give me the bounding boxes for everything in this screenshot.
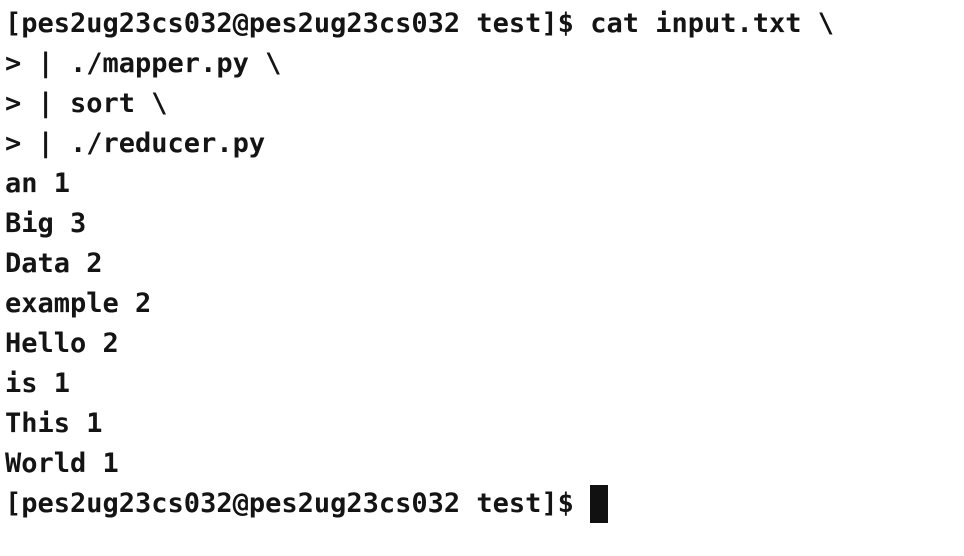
continuation-text: > | ./reducer.py	[5, 128, 266, 159]
output-line: Hello 2	[5, 324, 964, 364]
continuation-text: > | sort \	[5, 88, 168, 119]
output-line: an 1	[5, 164, 964, 204]
output-line: Big 3	[5, 204, 964, 244]
continuation-line: > | ./mapper.py \	[5, 44, 964, 84]
continuation-line: > | ./reducer.py	[5, 124, 964, 164]
output-text: an 1	[5, 168, 71, 199]
output-text: Big 3	[5, 208, 87, 239]
output-text: World 1	[5, 448, 119, 479]
output-line: This 1	[5, 404, 964, 444]
output-line: example 2	[5, 284, 964, 324]
continuation-line: > | sort \	[5, 84, 964, 124]
output-text: Hello 2	[5, 328, 119, 359]
output-text: This 1	[5, 408, 103, 439]
output-line: Data 2	[5, 244, 964, 284]
text-cursor	[590, 485, 609, 523]
continuation-text: > | ./mapper.py \	[5, 48, 282, 79]
output-line: is 1	[5, 364, 964, 404]
output-line: World 1	[5, 444, 964, 484]
terminal-window[interactable]: [pes2ug23cs032@pes2ug23cs032 test]$ cat …	[0, 0, 964, 556]
prompt-line[interactable]: [pes2ug23cs032@pes2ug23cs032 test]$	[5, 484, 964, 524]
shell-prompt: [pes2ug23cs032@pes2ug23cs032 test]$	[5, 488, 574, 519]
output-text: Data 2	[5, 248, 103, 279]
output-text: example 2	[5, 288, 152, 319]
command-text: [pes2ug23cs032@pes2ug23cs032 test]$ cat …	[5, 8, 835, 39]
output-text: is 1	[5, 368, 71, 399]
command-line: [pes2ug23cs032@pes2ug23cs032 test]$ cat …	[5, 4, 964, 44]
